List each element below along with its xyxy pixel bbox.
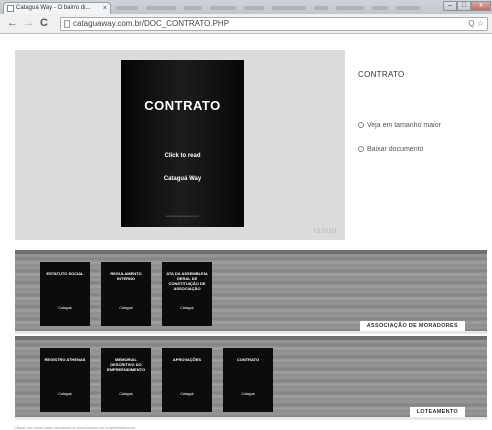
doc-logo-text: Cataguá xyxy=(119,392,133,396)
doc-logo: Cataguá xyxy=(101,306,151,310)
footer-note: Clique nos livros para visualizar os doc… xyxy=(14,425,136,430)
doc-logo-text: Cataguá xyxy=(180,392,194,396)
page-favicon-icon xyxy=(7,5,14,12)
doc-title: MEMORIAL DESCRITIVO DO EMPREENDIMENTO xyxy=(106,357,146,372)
cover-footer: www.cataguaway.com.br xyxy=(166,214,199,218)
maximize-button[interactable]: □ xyxy=(457,1,471,11)
forward-button[interactable]: → xyxy=(23,17,34,29)
view-larger-link[interactable]: Veja em tamanho maior xyxy=(358,122,441,129)
download-link[interactable]: Baixar documento xyxy=(358,146,423,153)
doc-contrato[interactable]: CONTRATO Cataguá xyxy=(223,348,273,412)
doc-title: CONTRATO xyxy=(236,357,260,362)
doc-logo: Cataguá xyxy=(101,392,151,396)
doc-logo-text: Cataguá xyxy=(180,306,194,310)
shelf-ledge xyxy=(15,331,487,334)
download-label: Baixar documento xyxy=(367,146,424,153)
cover-logo: Cataguá Way xyxy=(121,176,244,182)
document-viewer: CONTRATO Click to read Cataguá Way www.c… xyxy=(15,50,345,240)
bullet-icon xyxy=(358,122,364,128)
doc-memorial-descritivo[interactable]: MEMORIAL DESCRITIVO DO EMPREENDIMENTO Ca… xyxy=(101,348,151,412)
shelf-ledge xyxy=(15,417,487,420)
bullet-icon xyxy=(358,146,364,152)
issuu-watermark: issuu xyxy=(313,225,337,235)
document-sidebar: CONTRATO Veja em tamanho maior Baixar do… xyxy=(358,70,490,153)
doc-estatuto-social[interactable]: ESTATUTO SOCIAL Cataguá xyxy=(40,262,90,326)
doc-logo: Cataguá xyxy=(40,392,90,396)
document-title: CONTRATO xyxy=(358,70,405,79)
view-larger-label: Veja em tamanho maior xyxy=(367,122,441,129)
doc-logo-text: Cataguá xyxy=(119,306,133,310)
doc-title: REGULAMENTO INTERNO xyxy=(110,271,142,281)
doc-logo: Cataguá xyxy=(162,306,212,310)
cover-title: CONTRATO xyxy=(144,98,221,113)
doc-registro-athenas[interactable]: REGISTRO ATHENAS Cataguá xyxy=(40,348,90,412)
blurred-bookmarks xyxy=(116,3,426,12)
doc-title: ESTATUTO SOCIAL xyxy=(46,271,84,276)
back-button[interactable]: ← xyxy=(7,17,18,29)
doc-regulamento-interno[interactable]: REGULAMENTO INTERNO Cataguá xyxy=(101,262,151,326)
url-text: cataguaway.com.br/DOC_CONTRATO.PHP xyxy=(73,19,230,28)
minimize-button[interactable]: – xyxy=(443,1,457,11)
browser-toolbar: ← → C cataguaway.com.br/DOC_CONTRATO.PHP… xyxy=(0,14,492,34)
close-window-button[interactable]: x xyxy=(471,1,491,11)
tab-close-icon[interactable]: × xyxy=(103,3,107,14)
reload-button[interactable]: C xyxy=(40,17,48,29)
doc-logo-text: Cataguá xyxy=(58,306,72,310)
doc-title: REGISTRO ATHENAS xyxy=(44,357,86,362)
contract-cover[interactable]: CONTRATO Click to read Cataguá Way www.c… xyxy=(121,60,244,227)
doc-aprovacoes[interactable]: APROVAÇÕES Cataguá xyxy=(162,348,212,412)
page-icon xyxy=(64,20,70,28)
search-star-icon[interactable]: Q ☆ xyxy=(468,18,484,30)
doc-logo: Cataguá xyxy=(162,392,212,396)
doc-ata-assembleia[interactable]: ATA DA ASSEMBLEIA GERAL DE CONSTITUIÇÃO … xyxy=(162,262,212,326)
shelf-loteamento: REGISTRO ATHENAS Cataguá MEMORIAL DESCRI… xyxy=(15,336,487,420)
tab-title: Cataguá Way - O bairro di... xyxy=(16,5,91,11)
shelf-associacao: ESTATUTO SOCIAL Cataguá REGULAMENTO INTE… xyxy=(15,250,487,334)
doc-logo-text: Cataguá xyxy=(241,392,255,396)
cover-logo-text: Cataguá Way xyxy=(163,176,202,182)
browser-titlebar: Cataguá Way - O bairro di... × – □ x xyxy=(0,0,492,15)
click-to-read[interactable]: Click to read xyxy=(121,153,244,159)
doc-title: APROVAÇÕES xyxy=(172,357,202,362)
doc-title: ATA DA ASSEMBLEIA GERAL DE CONSTITUIÇÃO … xyxy=(166,271,208,291)
doc-logo-text: Cataguá xyxy=(58,392,72,396)
doc-logo: Cataguá xyxy=(223,392,273,396)
doc-logo: Cataguá xyxy=(40,306,90,310)
address-bar[interactable]: cataguaway.com.br/DOC_CONTRATO.PHP Q ☆ xyxy=(60,17,488,31)
